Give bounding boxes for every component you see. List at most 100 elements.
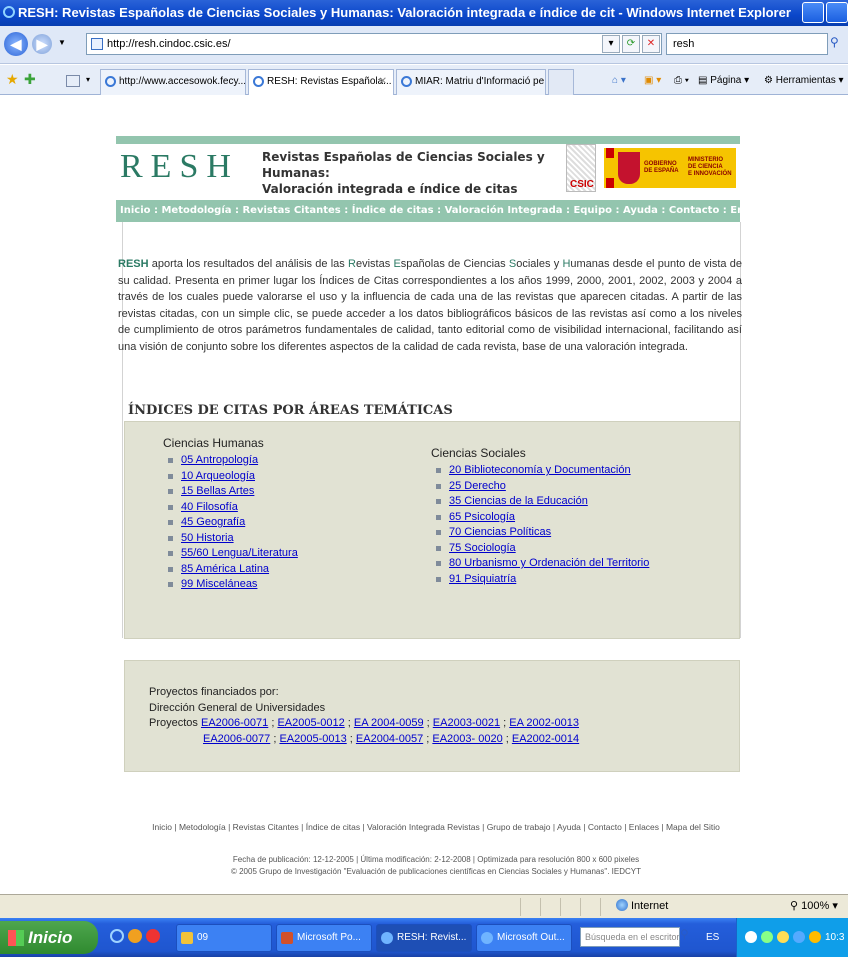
project-link[interactable]: EA2005-0013: [279, 733, 346, 745]
nav-ayuda[interactable]: Ayuda: [623, 205, 658, 216]
bullet-icon: [168, 551, 173, 556]
sociales-area-link[interactable]: 65 Psicología: [449, 511, 515, 523]
project-link[interactable]: EA2003- 0020: [432, 733, 502, 745]
nav-mapa[interactable]: Mapa: [784, 205, 815, 216]
quick-tabs-icon[interactable]: [66, 75, 80, 87]
firefox-quicklaunch-icon[interactable]: [128, 929, 142, 943]
refresh-button[interactable]: ⟳: [622, 35, 640, 53]
projects-row-1: Proyectos EA2006-0071 ; EA2005-0012 ; EA…: [149, 717, 579, 729]
project-link[interactable]: EA2002-0014: [512, 733, 579, 745]
ie-quicklaunch-icon[interactable]: [110, 929, 124, 943]
desktop-search-input[interactable]: Búsqueda en el escritorio: [580, 927, 680, 947]
humanas-area-link[interactable]: 50 Historia: [181, 532, 234, 544]
humanas-area-link[interactable]: 99 Misceláneas: [181, 578, 257, 590]
folder-icon: [181, 932, 193, 944]
tab-miar[interactable]: MIAR: Matriu d'Informació pe...: [396, 69, 546, 95]
windows-logo-icon: [8, 930, 24, 946]
nav-metodologia[interactable]: Metodología: [161, 205, 231, 216]
humanas-area-link[interactable]: 40 Filosofía: [181, 501, 238, 513]
desktop-search-icon[interactable]: ⚲: [680, 927, 696, 947]
address-dropdown-button[interactable]: ▾: [602, 35, 620, 53]
stop-button[interactable]: ✕: [642, 35, 660, 53]
tray-icon-5[interactable]: [809, 931, 821, 943]
language-indicator[interactable]: ES: [706, 918, 719, 957]
favorites-star-icon[interactable]: ★: [6, 71, 19, 88]
bullet-icon: [436, 530, 441, 535]
footer-info: Fecha de publicación: 12-12-2005 | Últim…: [230, 855, 641, 876]
window-title: RESH: Revistas Españolas de Ciencias Soc…: [18, 5, 791, 20]
sociales-area-link[interactable]: 25 Derecho: [449, 480, 506, 492]
sociales-heading: Ciencias Sociales: [431, 446, 526, 460]
tray-icon-2[interactable]: [761, 931, 773, 943]
humanas-heading: Ciencias Humanas: [163, 436, 264, 450]
tray-icon-1[interactable]: [745, 931, 757, 943]
project-link[interactable]: EA2004-0057: [356, 733, 423, 745]
zoom-level[interactable]: ⚲ 100% ▾: [790, 899, 838, 912]
forward-button[interactable]: ▶: [32, 34, 52, 54]
nav-indice-citas[interactable]: Índice de citas: [352, 205, 434, 216]
close-tab-icon[interactable]: ✕: [379, 70, 387, 94]
sociales-area-link[interactable]: 75 Sociología: [449, 542, 516, 554]
home-icon[interactable]: ⌂ ▾: [612, 69, 626, 93]
humanas-area-link[interactable]: 05 Antropología: [181, 454, 258, 466]
ie-icon: [381, 932, 393, 944]
media-quicklaunch-icon[interactable]: [146, 929, 160, 943]
project-link[interactable]: EA 2002-0013: [509, 717, 579, 729]
tray-icon-4[interactable]: [793, 931, 805, 943]
nav-valoracion[interactable]: Valoración Integrada: [445, 205, 563, 216]
back-button[interactable]: ◀: [4, 32, 28, 56]
taskbar-powerpoint[interactable]: Microsoft Po...: [276, 924, 372, 952]
humanas-area-item: 99 Misceláneas: [163, 577, 298, 593]
address-input[interactable]: http://resh.cindoc.csic.es/: [86, 33, 662, 55]
taskbar-folder-09[interactable]: 09: [176, 924, 272, 952]
sociales-area-link[interactable]: 20 Biblioteconomía y Documentación: [449, 464, 631, 476]
nav-equipo[interactable]: Equipo: [573, 205, 612, 216]
project-link[interactable]: EA2005-0012: [277, 717, 344, 729]
tab-list-dropdown[interactable]: ▾: [86, 75, 90, 84]
minimize-button[interactable]: [802, 2, 824, 23]
page-menu[interactable]: ▤ Página ▾: [698, 69, 749, 93]
csic-logo[interactable]: CSIC: [566, 144, 596, 192]
sociales-area-link[interactable]: 91 Psiquiatría: [449, 573, 516, 585]
new-tab-button[interactable]: [548, 69, 574, 95]
project-link[interactable]: EA2006-0077: [203, 733, 270, 745]
tray-icon-3[interactable]: [777, 931, 789, 943]
humanas-area-link[interactable]: 55/60 Lengua/Literatura: [181, 547, 298, 559]
maximize-button[interactable]: [826, 2, 848, 23]
nav-revistas-citantes[interactable]: Revistas Citantes: [242, 205, 340, 216]
footer-links[interactable]: Inicio | Metodología | Revistas Citantes…: [116, 822, 756, 832]
tools-menu[interactable]: ⚙ Herramientas ▾: [764, 69, 844, 93]
tab-resh[interactable]: RESH: Revistas Española... ✕: [248, 69, 394, 95]
humanas-area-item: 45 Geografía: [163, 515, 298, 531]
window-title-bar: RESH: Revistas Españolas de Ciencias Soc…: [0, 0, 848, 26]
add-favorite-icon[interactable]: ✚: [24, 71, 36, 88]
search-icon[interactable]: ⚲: [830, 35, 846, 53]
humanas-list: 05 Antropología 10 Arqueología 15 Bellas A…: [163, 453, 298, 593]
humanas-area-link[interactable]: 45 Geografía: [181, 516, 245, 528]
project-link[interactable]: EA 2004-0059: [354, 717, 424, 729]
feeds-icon[interactable]: ▣ ▾: [644, 69, 661, 93]
security-zone[interactable]: Internet: [616, 899, 668, 912]
nav-contacto[interactable]: Contacto: [669, 205, 719, 216]
nav-inicio[interactable]: Inicio: [120, 205, 151, 216]
taskbar-resh[interactable]: RESH: Revist...: [376, 924, 472, 952]
humanas-area-link[interactable]: 85 América Latina: [181, 563, 269, 575]
humanas-area-link[interactable]: 10 Arqueología: [181, 470, 255, 482]
bullet-icon: [436, 514, 441, 520]
project-link[interactable]: EA2003-0021: [433, 717, 500, 729]
resh-logo: RESH: [120, 148, 239, 185]
sociales-area-item: 91 Psiquiatría: [431, 572, 649, 588]
sociales-area-link[interactable]: 80 Urbanismo y Ordenación del Territorio: [449, 557, 649, 569]
start-button[interactable]: Inicio: [0, 921, 98, 954]
history-dropdown[interactable]: ▼: [58, 38, 66, 47]
nav-enlaces[interactable]: Enlaces: [730, 205, 773, 216]
sociales-area-link[interactable]: 35 Ciencias de la Educación: [449, 495, 588, 507]
gobierno-espana-logo[interactable]: GOBIERNO DE ESPAÑA MINISTERIO DE CIENCIA E …: [604, 148, 736, 188]
search-input[interactable]: resh: [666, 33, 828, 55]
project-link[interactable]: EA2006-0071: [201, 717, 268, 729]
tab-accesowok[interactable]: http://www.accesowok.fecy...: [100, 69, 246, 95]
sociales-area-link[interactable]: 70 Ciencias Políticas: [449, 526, 551, 538]
taskbar-outlook[interactable]: Microsoft Out...: [476, 924, 572, 952]
humanas-area-link[interactable]: 15 Bellas Artes: [181, 485, 254, 497]
print-icon[interactable]: ⎙ ▾: [674, 69, 689, 93]
